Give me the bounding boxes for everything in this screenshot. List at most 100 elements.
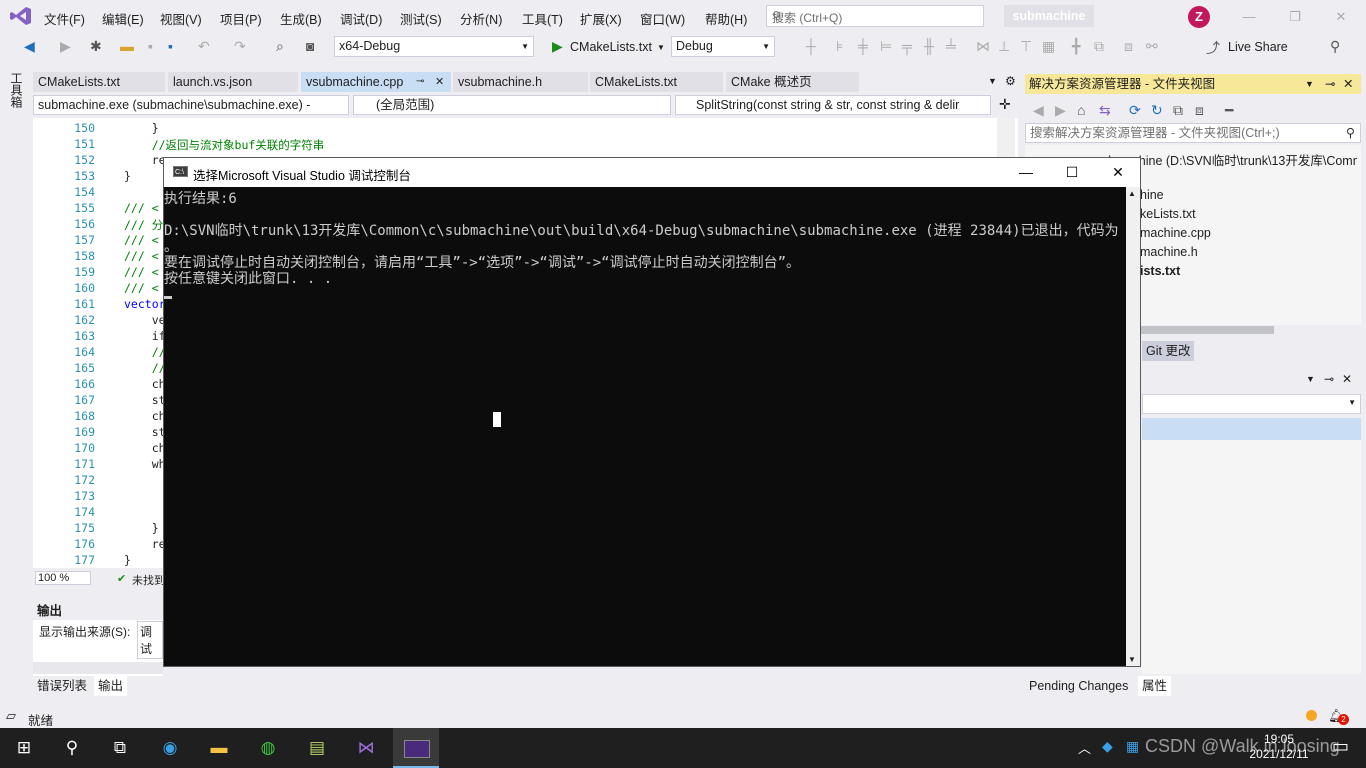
- configuration-dropdown[interactable]: x64-Debug ▼: [334, 36, 534, 57]
- spacing-icon[interactable]: ⋈: [976, 38, 990, 55]
- tab-pending-changes[interactable]: Pending Changes: [1025, 676, 1132, 696]
- tab-properties[interactable]: 属性: [1138, 676, 1172, 696]
- toolbox-tab[interactable]: 工具箱: [8, 72, 23, 108]
- menu-debug[interactable]: 调试(D): [340, 9, 382, 28]
- tree-item[interactable]: machine.h: [1140, 245, 1198, 259]
- tree-item[interactable]: ists.txt: [1140, 264, 1180, 278]
- notepad-plus-icon[interactable]: ▤: [305, 736, 329, 760]
- member-dropdown[interactable]: SplitString(const string & str, const st…: [675, 95, 991, 115]
- start-debug-icon[interactable]: ▶: [552, 38, 563, 55]
- search-icon[interactable]: ⚲: [1346, 124, 1355, 142]
- debug-console-window[interactable]: C:\ 选择Microsoft Visual Studio 调试控制台 — ☐ …: [163, 157, 1141, 667]
- chevron-down-icon[interactable]: ▼: [657, 43, 665, 52]
- output-scrollbar[interactable]: [33, 662, 163, 674]
- screenshot-icon[interactable]: ◙: [306, 38, 314, 54]
- menu-view[interactable]: 视图(V): [160, 9, 202, 28]
- console-minimize-icon[interactable]: —: [1003, 158, 1049, 187]
- tree-item[interactable]: hine: [1140, 188, 1164, 202]
- windows-start-icon[interactable]: ⊞: [12, 736, 36, 760]
- output-source-dropdown[interactable]: 调试: [137, 621, 163, 659]
- menu-analyze[interactable]: 分析(N): [460, 9, 502, 28]
- console-title-bar[interactable]: C:\ 选择Microsoft Visual Studio 调试控制台 — ☐ …: [164, 158, 1140, 187]
- switch-views-icon[interactable]: ⇆: [1099, 102, 1111, 119]
- properties-object-dropdown[interactable]: ▼: [1142, 394, 1361, 414]
- open-folder-icon[interactable]: ▬: [120, 38, 134, 54]
- menu-project[interactable]: 项目(P): [220, 9, 262, 28]
- live-share-button[interactable]: Live Share: [1228, 40, 1288, 54]
- console-close-icon[interactable]: ✕: [1095, 158, 1141, 187]
- tab-launch-vs-json[interactable]: launch.vs.json: [168, 72, 298, 92]
- back-icon[interactable]: ◀: [24, 38, 35, 55]
- chevron-down-icon[interactable]: ▼: [1306, 374, 1315, 384]
- menu-extensions[interactable]: 扩展(X): [580, 9, 622, 28]
- action-center-icon[interactable]: ▭: [1332, 736, 1349, 757]
- chevron-down-icon[interactable]: ▼: [1305, 74, 1314, 94]
- close-icon[interactable]: ✕: [1318, 4, 1364, 30]
- console-maximize-icon[interactable]: ☐: [1049, 158, 1095, 187]
- file-explorer-icon[interactable]: ▬: [207, 736, 231, 760]
- tab-git-changes[interactable]: Git 更改: [1142, 341, 1195, 361]
- redo-icon[interactable]: ↷: [234, 38, 246, 55]
- save-all-icon[interactable]: ▪: [168, 38, 173, 54]
- close-icon[interactable]: ✕: [1342, 372, 1352, 386]
- tab-list-dropdown-icon[interactable]: ▼: [988, 76, 997, 86]
- tree-scrollbar[interactable]: [1140, 326, 1274, 334]
- search-input[interactable]: 搜索 (Ctrl+Q) ⚲: [766, 5, 984, 27]
- clock[interactable]: 19:05 2021/12/11: [1245, 732, 1313, 762]
- tree-item[interactable]: keLists.txt: [1140, 207, 1196, 221]
- save-icon[interactable]: ▪: [148, 38, 153, 54]
- startup-item[interactable]: CMakeLists.txt: [570, 40, 652, 54]
- undo-icon[interactable]: ↶: [198, 38, 210, 55]
- menu-edit[interactable]: 编辑(E): [102, 9, 144, 28]
- edge-browser-icon[interactable]: ◉: [158, 736, 182, 760]
- align-right-icon[interactable]: ⊨: [880, 38, 892, 55]
- search-icon[interactable]: ⚲: [60, 736, 84, 760]
- console-task-button[interactable]: [393, 728, 439, 768]
- tab-cmakelists-1[interactable]: CMakeLists.txt: [33, 72, 165, 92]
- output-window-icon[interactable]: ▱: [6, 708, 16, 724]
- menu-test[interactable]: 测试(S): [400, 9, 442, 28]
- scope-dropdown[interactable]: (全局范围): [353, 95, 671, 115]
- tab-vsubmachine-cpp[interactable]: vsubmachine.cpp ⊸ ✕: [301, 72, 451, 92]
- pin-icon[interactable]: ⊸: [416, 72, 424, 92]
- build-type-dropdown[interactable]: Debug ▼: [671, 36, 775, 57]
- link-icon[interactable]: ⚯: [1146, 38, 1158, 55]
- tree-item[interactable]: machine.cpp: [1140, 226, 1211, 240]
- order-icon[interactable]: ⧉: [1094, 38, 1104, 55]
- menu-tools[interactable]: 工具(T): [522, 9, 563, 28]
- center-icon[interactable]: ╋: [1072, 38, 1080, 55]
- collapse-all-icon[interactable]: ⧉: [1173, 102, 1183, 119]
- settings-gear-icon[interactable]: ⚙: [1005, 74, 1016, 88]
- align-bottom-icon[interactable]: ╧: [946, 38, 956, 54]
- grid-icon[interactable]: ▦: [1042, 38, 1055, 55]
- solution-explorer-search[interactable]: 搜索解决方案资源管理器 - 文件夹视图(Ctrl+;) ⚲: [1025, 123, 1361, 143]
- menu-help[interactable]: 帮助(H): [705, 9, 747, 28]
- properties-icon[interactable]: ━: [1225, 102, 1233, 119]
- home-icon[interactable]: ⌂: [1077, 102, 1085, 118]
- breakpoint-icon[interactable]: ┼: [806, 38, 816, 54]
- visual-studio-icon[interactable]: ⋈: [354, 736, 378, 760]
- tab-output[interactable]: 输出: [94, 676, 128, 696]
- tray-grid-icon[interactable]: ▦: [1126, 738, 1139, 755]
- align-middle-icon[interactable]: ╫: [924, 38, 934, 54]
- feedback-icon[interactable]: ⚲: [1330, 38, 1340, 55]
- tab-cmake-overview[interactable]: CMake 概述页: [726, 72, 859, 92]
- avatar[interactable]: Z: [1188, 6, 1210, 28]
- pin-icon[interactable]: ⊸: [1324, 372, 1334, 386]
- group-icon[interactable]: ⧈: [1124, 38, 1133, 55]
- tray-chevron-up-icon[interactable]: ︿: [1078, 738, 1091, 757]
- find-in-files-icon[interactable]: ⌕: [276, 38, 284, 55]
- menu-file[interactable]: 文件(F): [44, 9, 85, 28]
- show-all-files-icon[interactable]: ⧈: [1195, 102, 1204, 119]
- maximize-icon[interactable]: ❐: [1272, 4, 1318, 30]
- scroll-down-icon[interactable]: ▼: [1128, 655, 1136, 664]
- align-center-icon[interactable]: ╪: [858, 38, 868, 54]
- project-dropdown[interactable]: submachine.exe (submachine\submachine.ex…: [33, 95, 349, 115]
- tab-vsubmachine-h[interactable]: vsubmachine.h: [453, 72, 588, 92]
- app-icon[interactable]: ◍: [256, 736, 280, 760]
- same-size-icon[interactable]: ⊤: [1020, 38, 1032, 55]
- console-output[interactable]: 执行结果:6 D:\SVN临时\trunk\13开发库\Common\c\sub…: [164, 187, 1135, 666]
- forward-icon[interactable]: ▶: [60, 38, 71, 55]
- back-icon[interactable]: ◀: [1033, 102, 1044, 119]
- align-left-icon[interactable]: ⊧: [836, 38, 843, 55]
